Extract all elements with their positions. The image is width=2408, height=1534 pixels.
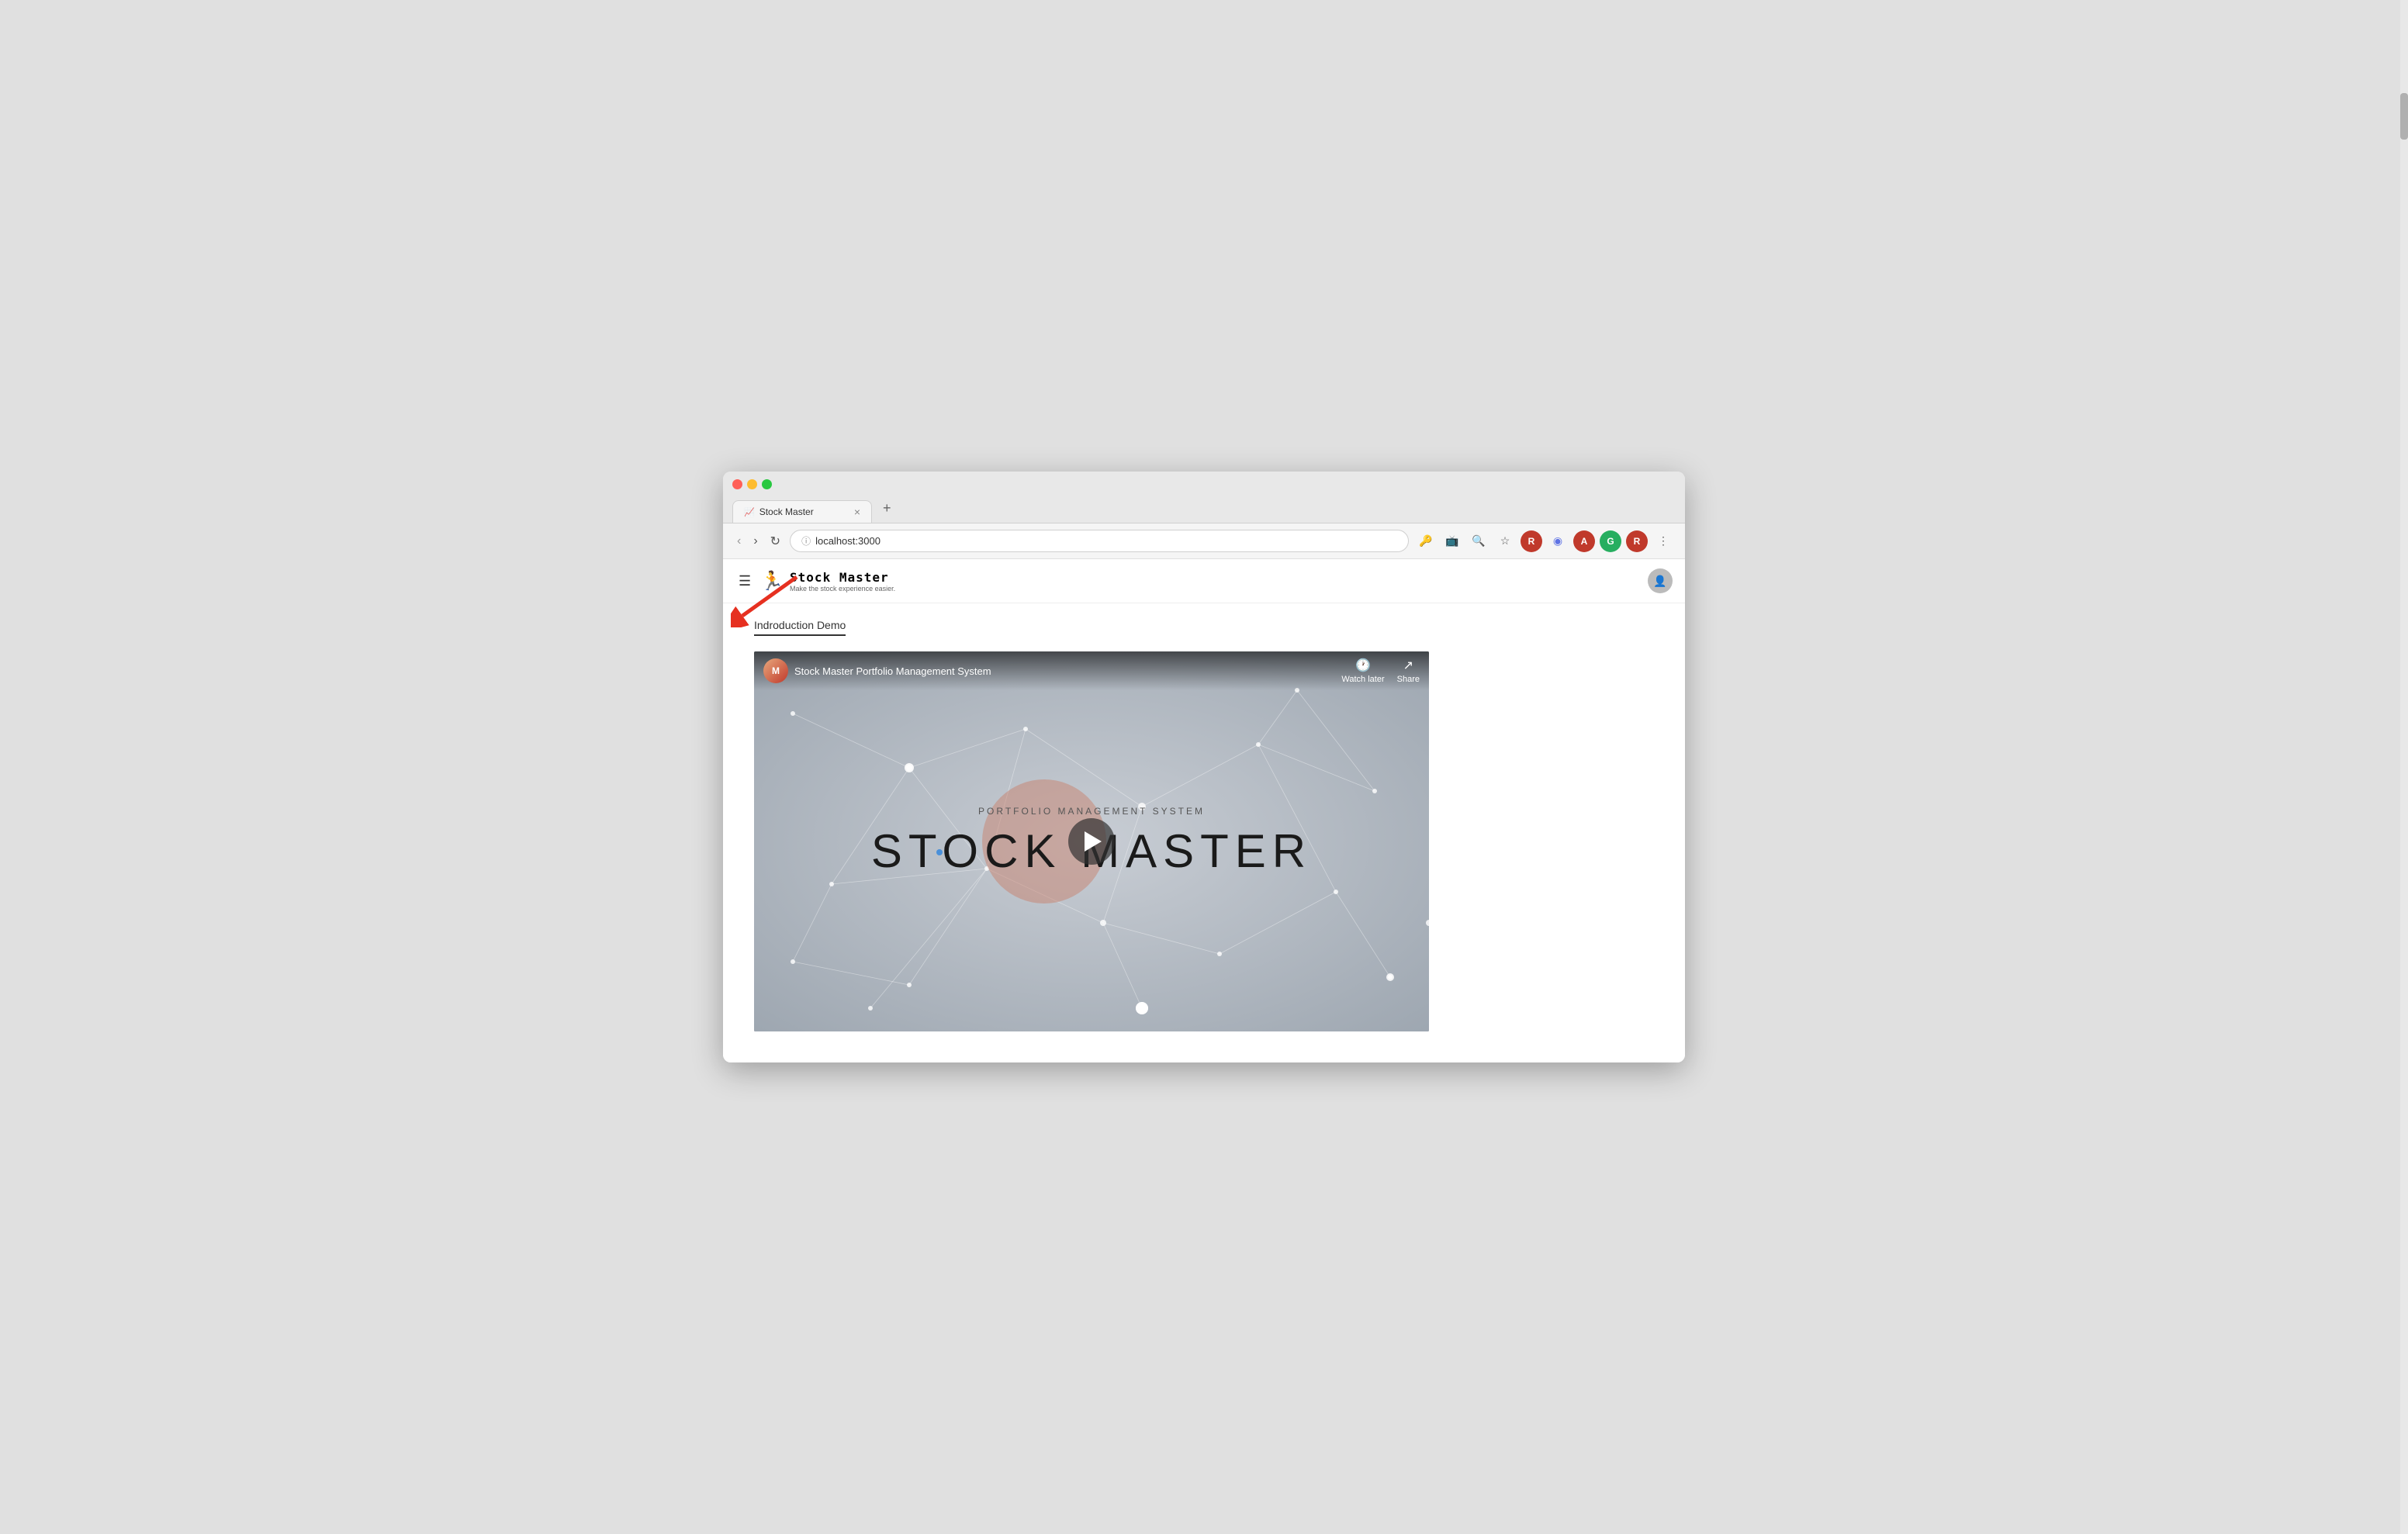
video-wrapper: M Stock Master Portfolio Management Syst… <box>754 651 1429 1031</box>
video-title: Stock Master Portfolio Management System <box>794 665 991 677</box>
brand-icon: 🏃 <box>760 570 784 593</box>
brand-logo-area: 🏃 Stock Master Make the stock experience… <box>760 570 895 593</box>
play-button[interactable] <box>1068 818 1115 865</box>
watch-later-button[interactable]: 🕐 Watch later <box>1341 658 1384 684</box>
brand-name: Stock Master <box>790 570 895 585</box>
search-icon[interactable]: 🔍 <box>1468 530 1489 552</box>
lock-icon: ⓘ <box>801 534 811 548</box>
reload-button[interactable]: ↻ <box>767 532 784 551</box>
app-user-avatar[interactable]: 👤 <box>1648 568 1673 593</box>
user-profile-avatar[interactable]: R <box>1626 530 1648 552</box>
page-title: Indroduction Demo <box>754 619 846 636</box>
share-label: Share <box>1397 675 1420 684</box>
maximize-button[interactable] <box>762 479 772 489</box>
brand-tagline: Make the stock experience easier. <box>790 585 895 593</box>
app-header: ☰ 🏃 Stock Master Make the stock ex <box>723 559 1685 603</box>
address-text: localhost:3000 <box>815 535 881 547</box>
address-bar: ‹ › ↻ ⓘ localhost:3000 🔑 📺 🔍 ☆ R ◉ A G R… <box>723 523 1685 559</box>
close-button[interactable] <box>732 479 742 489</box>
ext-avatar-red[interactable]: R <box>1521 530 1542 552</box>
browser-window: 📈 Stock Master × + ‹ › ↻ ⓘ localhost:300… <box>723 472 1685 1062</box>
minimize-button[interactable] <box>747 479 757 489</box>
tab-title: Stock Master <box>759 506 814 517</box>
back-button[interactable]: ‹ <box>734 533 744 550</box>
brand-text: Stock Master Make the stock experience e… <box>790 570 895 593</box>
cast-icon[interactable]: 📺 <box>1441 530 1463 552</box>
ext-avatar-green[interactable]: G <box>1600 530 1621 552</box>
traffic-lights <box>732 479 1676 489</box>
video-thumbnail[interactable]: PORTFOLIO MANAGEMENT SYSTEM STOCK MASTER <box>754 651 1429 1031</box>
key-icon[interactable]: 🔑 <box>1415 530 1437 552</box>
address-input[interactable]: ⓘ localhost:3000 <box>790 530 1409 552</box>
more-menu-button[interactable]: ⋮ <box>1652 530 1674 552</box>
tabs-row: 📈 Stock Master × + <box>732 496 1676 523</box>
ext-blue[interactable]: ◉ <box>1547 530 1569 552</box>
video-subtitle: PORTFOLIO MANAGEMENT SYSTEM <box>978 806 1205 817</box>
ext-avatar-red2[interactable]: A <box>1573 530 1595 552</box>
tab-close-button[interactable]: × <box>854 506 860 518</box>
hamburger-menu-button[interactable]: ☰ <box>735 570 754 593</box>
app-content: ☰ 🏃 Stock Master Make the stock ex <box>723 559 1685 1062</box>
title-bar: 📈 Stock Master × + <box>723 472 1685 523</box>
video-top-actions: 🕐 Watch later ↗ Share <box>1341 658 1420 684</box>
clock-icon: 🕐 <box>1355 658 1371 673</box>
share-button[interactable]: ↗ Share <box>1397 658 1420 684</box>
watch-later-label: Watch later <box>1341 675 1384 684</box>
share-icon: ↗ <box>1403 658 1413 673</box>
bookmark-icon[interactable]: ☆ <box>1494 530 1516 552</box>
active-tab[interactable]: 📈 Stock Master × <box>732 500 872 523</box>
new-tab-button[interactable]: + <box>875 496 899 521</box>
app-header-right: 👤 <box>1648 568 1673 593</box>
video-top-bar: M Stock Master Portfolio Management Syst… <box>754 651 1429 690</box>
forward-button[interactable]: › <box>750 533 760 550</box>
page-content: Indroduction Demo M Stock Master Portfol… <box>723 603 1685 1062</box>
tab-favicon: 📈 <box>744 507 755 517</box>
toolbar-icons: 🔑 📺 🔍 ☆ R ◉ A G R ⋮ <box>1415 530 1674 552</box>
channel-icon: M <box>763 658 788 683</box>
